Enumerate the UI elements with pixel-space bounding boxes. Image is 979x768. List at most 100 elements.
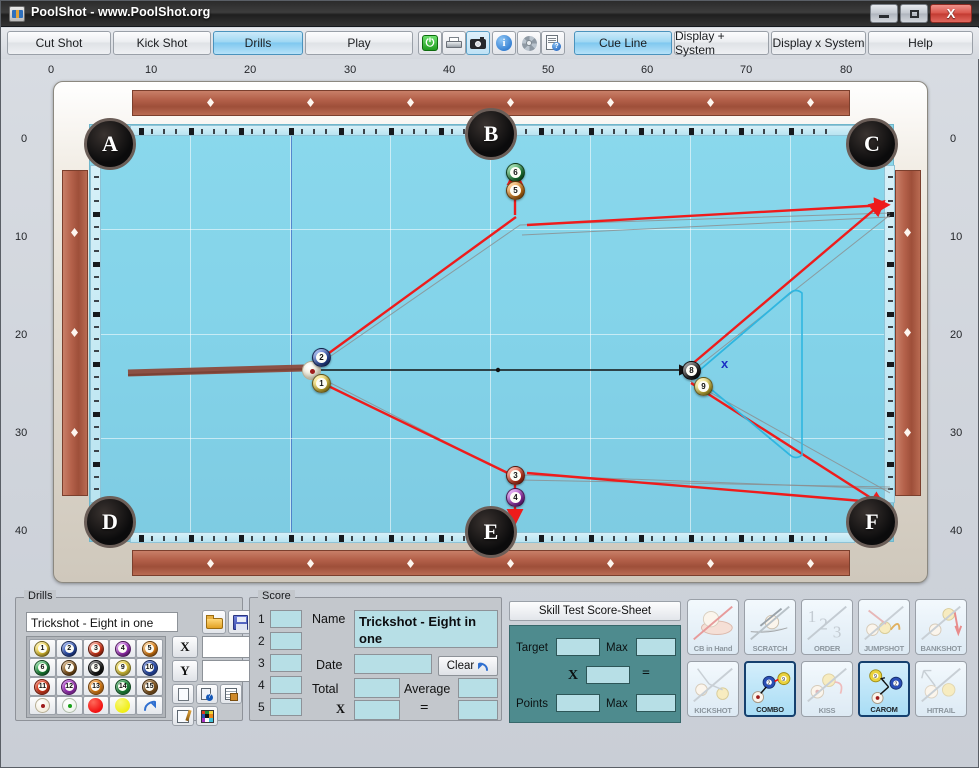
pocket-c[interactable]: C	[846, 118, 898, 170]
ball-5[interactable]: 5	[506, 181, 525, 200]
drill-ball-palette[interactable]: 1 2 3 4 5 6 7 8 9 10 11 12 13 14 15	[26, 636, 166, 718]
palette-red-ball[interactable]	[82, 696, 110, 715]
pocket-a[interactable]: A	[84, 118, 136, 170]
folder-open-icon[interactable]	[202, 610, 226, 634]
score-row-input[interactable]	[270, 676, 302, 694]
shot-type-bankshot[interactable]: BANKSHOT	[915, 599, 967, 655]
ruler-top-tick: 30	[344, 64, 357, 76]
palette-cue-ball-green-dot[interactable]	[55, 696, 83, 715]
palette-ball-1[interactable]: 1	[29, 639, 56, 658]
pocket-f[interactable]: F	[846, 496, 898, 548]
score-multiply-input[interactable]	[354, 700, 400, 720]
score-total-input[interactable]	[354, 678, 400, 698]
points-max-input[interactable]	[636, 694, 676, 712]
palette-ball-3[interactable]: 3	[82, 639, 110, 658]
shot-type-jumpshot[interactable]: JUMPSHOT	[858, 599, 910, 655]
target-label: Target	[516, 642, 548, 654]
edit-notes-icon[interactable]	[172, 706, 194, 726]
ball-3[interactable]: 3	[506, 466, 525, 485]
cut-shot-button[interactable]: Cut Shot	[7, 31, 111, 55]
palette-ball-13[interactable]: 13	[82, 677, 110, 696]
ruler-top-tick: 0	[48, 64, 55, 76]
palette-ball-14[interactable]: 14	[109, 677, 137, 696]
score-row-input[interactable]	[270, 698, 302, 716]
target-input[interactable]	[556, 638, 600, 656]
minimize-button[interactable]	[870, 4, 898, 23]
help-button[interactable]: Help	[868, 31, 973, 55]
palette-yellow-ball[interactable]	[109, 696, 137, 715]
table-export-icon[interactable]	[220, 684, 242, 704]
palette-ball-10[interactable]: 10	[136, 658, 163, 677]
info-icon[interactable]: i	[492, 31, 516, 55]
y-coordinate-button[interactable]: Y	[172, 660, 198, 682]
x-coordinate-input[interactable]	[202, 636, 252, 658]
palette-ball-4[interactable]: 4	[109, 639, 137, 658]
color-palette-icon[interactable]	[196, 706, 218, 726]
y-coordinate-input[interactable]	[202, 660, 252, 682]
drill-name-input[interactable]: Trickshot - Eight in one	[26, 612, 178, 632]
palette-ball-6[interactable]: 6	[29, 658, 56, 677]
shot-type-combo[interactable]: 2 9 COMBO	[744, 661, 796, 717]
target-max-input[interactable]	[636, 638, 676, 656]
display-plus-system-button[interactable]: Display + System	[674, 29, 769, 57]
points-input[interactable]	[556, 694, 600, 712]
shot-type-scratch[interactable]: SCRATCH	[744, 599, 796, 655]
display-x-system-button[interactable]: Display x System	[771, 31, 866, 55]
skill-test-title-button[interactable]: Skill Test Score-Sheet	[509, 601, 681, 621]
play-button[interactable]: Play	[305, 31, 413, 55]
score-name-input[interactable]: Trickshot - Eight in one	[354, 610, 498, 648]
score-row-input[interactable]	[270, 632, 302, 650]
pocket-d[interactable]: D	[84, 496, 136, 548]
close-button[interactable]: X	[930, 4, 972, 23]
palette-ball-2[interactable]: 2	[55, 639, 83, 658]
palette-ball-12[interactable]: 12	[55, 677, 83, 696]
table-cloth[interactable]: 2 1 6 5 3 4 8 9 x	[89, 124, 895, 543]
document-help-icon[interactable]: ?	[541, 31, 565, 55]
x-coordinate-button[interactable]: X	[172, 636, 198, 658]
pocket-b[interactable]: B	[465, 108, 517, 160]
svg-text:2: 2	[767, 681, 770, 687]
palette-ball-9[interactable]: 9	[109, 658, 137, 677]
ball-4[interactable]: 4	[506, 488, 525, 507]
multiplier-input[interactable]	[586, 666, 630, 684]
cue-line-button[interactable]: Cue Line	[574, 31, 672, 55]
palette-ball-8[interactable]: 8	[82, 658, 110, 677]
camera-icon[interactable]	[466, 31, 490, 55]
palette-ball-5[interactable]: 5	[136, 639, 163, 658]
maximize-button[interactable]	[900, 4, 928, 23]
new-page-icon[interactable]	[172, 684, 194, 704]
shot-type-kiss[interactable]: KISS	[801, 661, 853, 717]
shot-type-kickshot[interactable]: KICKSHOT	[687, 661, 739, 717]
shot-type-cb-in-hand[interactable]: CB in Hand	[687, 599, 739, 655]
score-equals-input[interactable]	[458, 700, 498, 720]
power-icon[interactable]: ⏻	[418, 31, 442, 55]
palette-cue-ball-red-dot[interactable]	[29, 696, 56, 715]
score-date-input[interactable]	[354, 654, 432, 674]
palette-redo-arrow-icon[interactable]	[136, 696, 163, 715]
score-row-input[interactable]	[270, 654, 302, 672]
gear-icon[interactable]	[517, 31, 541, 55]
palette-ball-7[interactable]: 7	[55, 658, 83, 677]
ruler-left-tick: 20	[15, 329, 28, 341]
ball-6[interactable]: 6	[506, 163, 525, 182]
pool-table[interactable]: 2 1 6 5 3 4 8 9 x A B C D E F	[53, 81, 928, 583]
shot-type-carom[interactable]: 9 2 CAROM	[858, 661, 910, 717]
print-icon[interactable]	[442, 31, 466, 55]
score-average-input[interactable]	[458, 678, 498, 698]
pocket-e[interactable]: E	[465, 506, 517, 558]
palette-ball-11[interactable]: 11	[29, 677, 56, 696]
palette-ball-15[interactable]: 15	[136, 677, 163, 696]
ball-2[interactable]: 2	[312, 348, 331, 367]
drills-button[interactable]: Drills	[213, 31, 303, 55]
score-row-input[interactable]	[270, 610, 302, 628]
ball-9[interactable]: 9	[694, 377, 713, 396]
clear-button[interactable]: Clear	[438, 656, 498, 676]
report-help-icon[interactable]: ?	[196, 684, 218, 704]
shot-type-hitrail[interactable]: HITRAIL	[915, 661, 967, 717]
pool-table-area[interactable]: 0 10 20 30 40 50 60 70 80 0 10 20 30 40 …	[9, 63, 972, 583]
score-row-number: 1	[258, 612, 265, 626]
kick-shot-button[interactable]: Kick Shot	[113, 31, 211, 55]
ball-1[interactable]: 1	[312, 374, 331, 393]
ruler-top: 0 10 20 30 40 50 60 70 80	[9, 63, 972, 81]
shot-type-order[interactable]: 1 2 3 ORDER	[801, 599, 853, 655]
